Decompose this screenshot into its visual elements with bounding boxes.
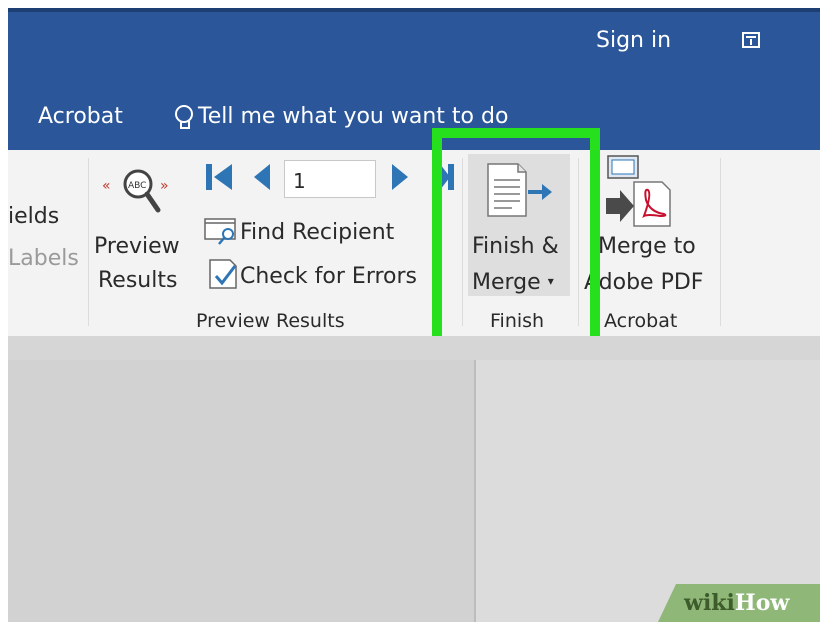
ribbon-separator bbox=[720, 158, 721, 326]
restore-window-icon[interactable] bbox=[742, 32, 760, 48]
document-top-margin bbox=[8, 336, 820, 360]
update-labels-label[interactable]: Labels bbox=[8, 246, 79, 271]
wikihow-watermark: wikiHow bbox=[658, 584, 820, 622]
acrobat-group-label: Acrobat bbox=[604, 310, 678, 332]
merge-to-pdf-icon bbox=[606, 155, 671, 227]
sign-in-link[interactable]: Sign in bbox=[596, 28, 671, 53]
document-page[interactable] bbox=[8, 360, 476, 622]
check-errors-icon bbox=[209, 259, 237, 289]
watermark-part2: How bbox=[734, 590, 790, 616]
next-record-icon[interactable] bbox=[390, 162, 410, 192]
preview-results-label-2[interactable]: Results bbox=[98, 268, 177, 293]
record-number-input[interactable]: 1 bbox=[284, 160, 376, 198]
preview-results-label-1[interactable]: Preview bbox=[94, 234, 180, 259]
insert-merge-field-label[interactable]: ields bbox=[8, 204, 59, 229]
svg-text:ABC: ABC bbox=[128, 181, 146, 191]
watermark-text: wikiHow bbox=[684, 590, 789, 616]
find-recipient-button[interactable]: Find Recipient bbox=[240, 220, 394, 245]
merge-to-pdf-label-1[interactable]: Merge to bbox=[598, 234, 696, 259]
merge-to-pdf-label-2[interactable]: Adobe PDF bbox=[584, 270, 703, 295]
tell-me-label: Tell me what you want to do bbox=[198, 104, 509, 129]
abc-magnifier-icon[interactable]: « » ABC bbox=[102, 166, 174, 222]
check-for-errors-button[interactable]: Check for Errors bbox=[240, 264, 417, 289]
watermark-part1: wiki bbox=[684, 590, 735, 616]
svg-text:»: » bbox=[160, 178, 169, 194]
highlight-box bbox=[432, 128, 600, 354]
tell-me-search[interactable]: Tell me what you want to do bbox=[174, 104, 508, 129]
tab-acrobat[interactable]: Acrobat bbox=[38, 104, 123, 129]
app-window: Sign in Acrobat Tell me what you want to… bbox=[0, 0, 820, 622]
lightbulb-icon bbox=[174, 104, 193, 129]
first-record-icon[interactable] bbox=[206, 162, 234, 192]
ribbon-separator bbox=[88, 158, 89, 326]
find-recipient-icon bbox=[204, 218, 236, 245]
svg-text:«: « bbox=[102, 178, 111, 194]
previous-record-icon[interactable] bbox=[252, 162, 272, 192]
title-bar-edge bbox=[8, 8, 820, 12]
preview-results-group-label: Preview Results bbox=[196, 310, 345, 332]
